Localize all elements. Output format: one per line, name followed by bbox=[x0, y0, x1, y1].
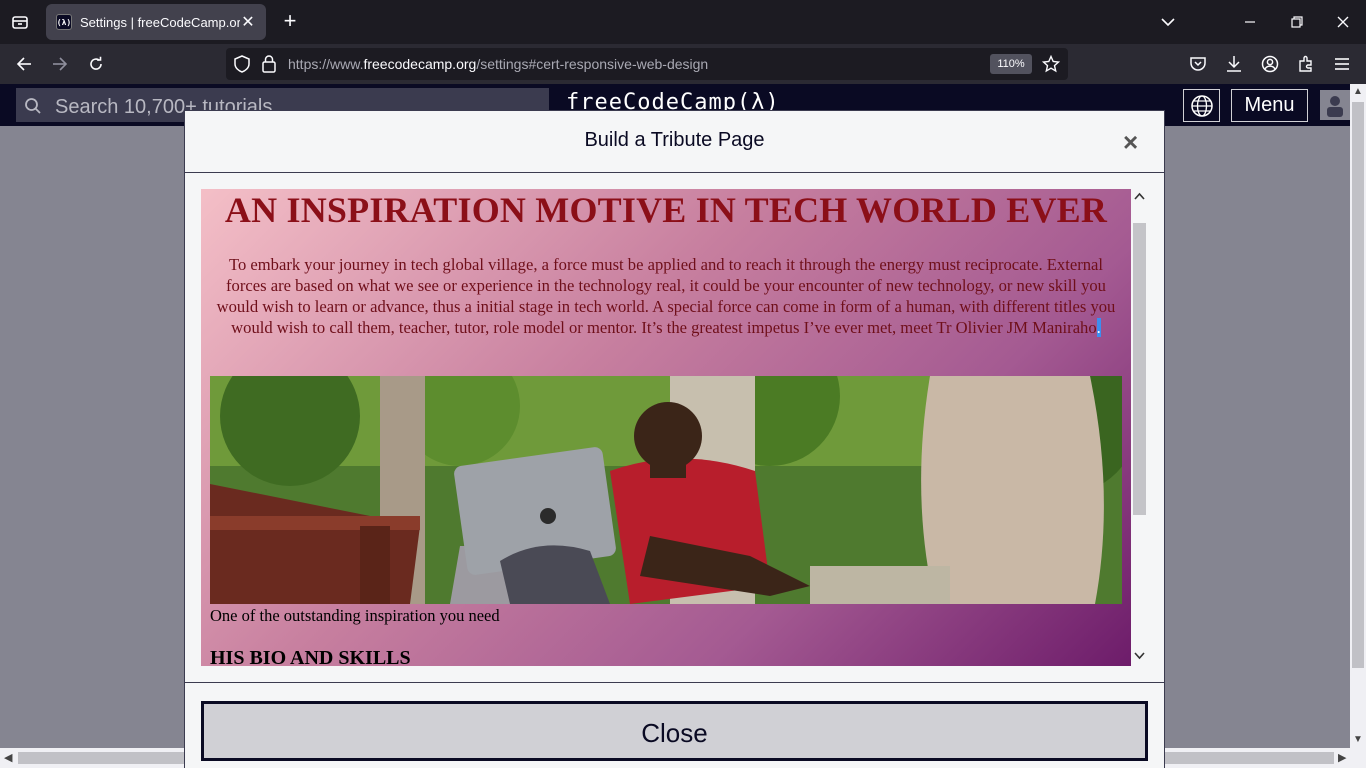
navigation-toolbar: https://www.freecodecamp.org/settings#ce… bbox=[0, 44, 1366, 84]
divider bbox=[185, 682, 1164, 683]
scroll-right-arrow-icon[interactable]: ▶ bbox=[1338, 751, 1346, 764]
tab-settings[interactable]: (λ) Settings | freeCodeCamp.org ✕ bbox=[46, 4, 266, 40]
close-window-icon[interactable] bbox=[1329, 8, 1357, 36]
url-text[interactable]: https://www.freecodecamp.org/settings#ce… bbox=[288, 56, 708, 72]
new-tab-plus-icon[interactable]: + bbox=[278, 10, 302, 34]
forward-arrow-icon[interactable] bbox=[48, 52, 72, 76]
preview-scrollbar-thumb[interactable] bbox=[1133, 223, 1146, 515]
extensions-icon[interactable] bbox=[1294, 52, 1318, 76]
chevron-down-icon[interactable] bbox=[1134, 649, 1145, 663]
pocket-icon[interactable] bbox=[1186, 52, 1210, 76]
account-icon[interactable] bbox=[1258, 52, 1282, 76]
selected-text: . bbox=[1096, 318, 1101, 337]
tab-bar: (λ) Settings | freeCodeCamp.org ✕ + bbox=[0, 0, 1366, 44]
search-icon bbox=[24, 97, 42, 120]
project-preview-modal: Build a Tribute Page × AN INSPIRATION MO… bbox=[184, 110, 1165, 768]
freecodecamp-favicon-icon: (λ) bbox=[56, 14, 72, 30]
tribute-heading: AN INSPIRATION MOTIVE IN TECH WORLD EVER bbox=[224, 190, 1108, 230]
tab-list-icon[interactable] bbox=[8, 10, 32, 34]
bio-subheading: HIS BIO AND SKILLS bbox=[210, 647, 411, 666]
scrollbar-thumb[interactable] bbox=[1352, 102, 1364, 668]
globe-icon[interactable] bbox=[1183, 89, 1220, 122]
project-preview-frame: AN INSPIRATION MOTIVE IN TECH WORLD EVER… bbox=[201, 189, 1131, 666]
scroll-down-arrow-icon[interactable]: ▼ bbox=[1353, 734, 1363, 745]
lock-icon[interactable] bbox=[262, 55, 276, 78]
bookmark-star-icon[interactable] bbox=[1041, 54, 1061, 78]
tab-close-icon[interactable]: ✕ bbox=[240, 12, 256, 32]
tribute-intro: To embark your journey in tech global vi… bbox=[216, 255, 1116, 337]
preview-scrollbar[interactable] bbox=[1131, 189, 1148, 666]
page-vertical-scrollbar[interactable]: ▲ ▼ bbox=[1350, 84, 1366, 748]
avatar[interactable] bbox=[1320, 90, 1350, 120]
reload-icon[interactable] bbox=[84, 52, 108, 76]
app-menu-icon[interactable] bbox=[1330, 52, 1354, 76]
scroll-up-arrow-icon[interactable]: ▲ bbox=[1353, 86, 1363, 97]
downloads-icon[interactable] bbox=[1222, 52, 1246, 76]
list-all-tabs-chevron-icon[interactable] bbox=[1154, 8, 1182, 36]
modal-header: Build a Tribute Page × bbox=[185, 111, 1164, 173]
menu-button[interactable]: Menu bbox=[1231, 89, 1308, 122]
scroll-left-arrow-icon[interactable]: ◀ bbox=[4, 751, 12, 764]
photo-caption: One of the outstanding inspiration you n… bbox=[210, 606, 500, 625]
close-icon[interactable]: × bbox=[1123, 129, 1138, 155]
chevron-up-icon[interactable] bbox=[1134, 189, 1145, 203]
close-button[interactable]: Close bbox=[201, 701, 1148, 761]
minimize-icon[interactable] bbox=[1236, 8, 1264, 36]
tribute-photo bbox=[210, 376, 1122, 604]
back-arrow-icon[interactable] bbox=[12, 52, 36, 76]
zoom-level-badge[interactable]: 110% bbox=[990, 54, 1032, 74]
restore-icon[interactable] bbox=[1283, 8, 1311, 36]
address-bar[interactable]: https://www.freecodecamp.org/settings#ce… bbox=[226, 48, 1068, 80]
tracking-protection-shield-icon[interactable] bbox=[234, 55, 250, 78]
tab-title: Settings | freeCodeCamp.org bbox=[80, 14, 240, 30]
modal-title: Build a Tribute Page bbox=[584, 129, 765, 151]
